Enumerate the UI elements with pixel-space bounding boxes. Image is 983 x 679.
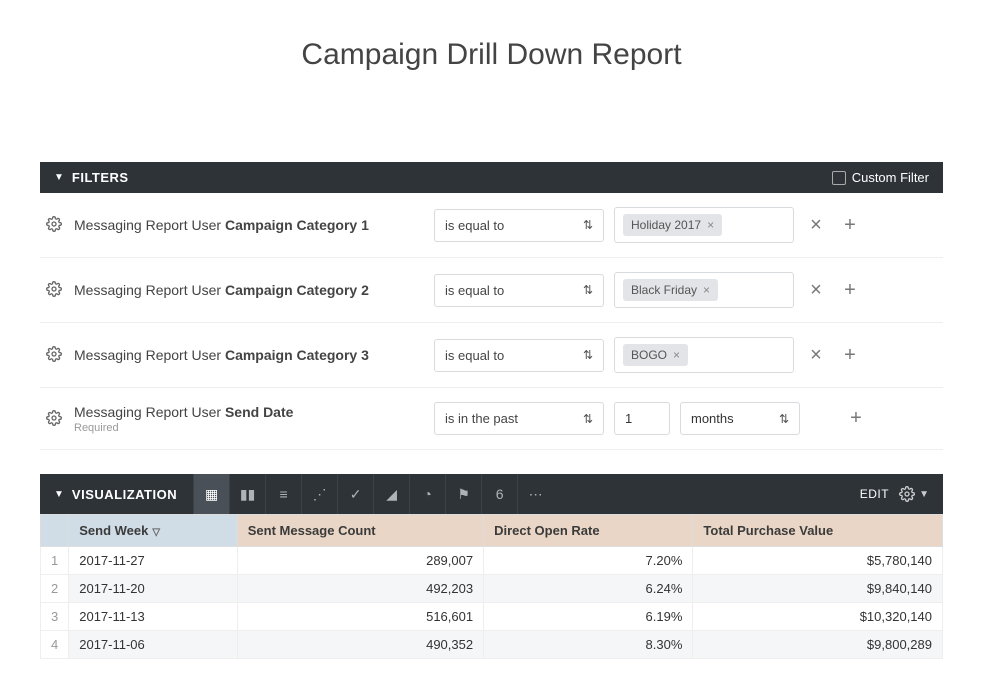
required-label: Required — [74, 422, 424, 434]
viz-settings-dropdown[interactable]: ▼ — [899, 486, 929, 502]
filter-row: Messaging Report User Campaign Category … — [40, 193, 943, 258]
add-filter-button[interactable]: + — [838, 214, 862, 237]
row-number: 2 — [41, 575, 69, 603]
gear-icon[interactable] — [46, 346, 64, 364]
sort-icon: ⇅ — [583, 218, 593, 232]
filter-operator-select[interactable]: is in the past⇅ — [434, 402, 604, 435]
filter-row: Messaging Report User Campaign Category … — [40, 258, 943, 323]
cell-week: 2017-11-06 — [69, 631, 238, 659]
cell-sent: 516,601 — [237, 603, 483, 631]
filter-label: Messaging Report User Campaign Category … — [74, 217, 424, 233]
viz-type-row-icon[interactable]: ≡ — [265, 474, 301, 514]
table-row: 1 2017-11-27 289,007 7.20% $5,780,140 — [41, 547, 943, 575]
filter-operator-select[interactable]: is equal to⇅ — [434, 209, 604, 242]
cell-total: $10,320,140 — [693, 603, 943, 631]
remove-tag-icon[interactable]: × — [673, 348, 680, 362]
edit-button[interactable]: EDIT — [860, 487, 889, 501]
remove-filter-button[interactable]: × — [804, 214, 828, 237]
table-row: 3 2017-11-13 516,601 6.19% $10,320,140 — [41, 603, 943, 631]
filter-tag-label: BOGO — [631, 348, 667, 362]
filter-tag[interactable]: Holiday 2017 × — [623, 214, 722, 236]
filter-unit-select[interactable]: months⇅ — [680, 402, 800, 435]
viz-type-table-icon[interactable]: ▦ — [193, 474, 229, 514]
filters-header-label: FILTERS — [72, 170, 129, 185]
gear-icon[interactable] — [46, 410, 64, 428]
visualization-header-label: VISUALIZATION — [72, 487, 177, 502]
cell-total: $5,780,140 — [693, 547, 943, 575]
viz-type-single-icon[interactable]: 6 — [481, 474, 517, 514]
viz-type-column-icon[interactable]: ▮▮ — [229, 474, 265, 514]
filter-label: Messaging Report User Campaign Category … — [74, 347, 424, 363]
cell-total: $9,840,140 — [693, 575, 943, 603]
row-number: 3 — [41, 603, 69, 631]
filter-operator-select[interactable]: is equal to⇅ — [434, 339, 604, 372]
sort-icon: ⇅ — [583, 283, 593, 297]
cell-open: 6.19% — [484, 603, 693, 631]
remove-filter-button[interactable]: × — [804, 344, 828, 367]
cell-sent: 490,352 — [237, 631, 483, 659]
filter-label: Messaging Report User Campaign Category … — [74, 282, 424, 298]
sort-desc-icon: ▽ — [152, 527, 160, 538]
viz-type-line-icon[interactable]: ✓ — [337, 474, 373, 514]
filter-tag[interactable]: BOGO × — [623, 344, 688, 366]
row-number: 4 — [41, 631, 69, 659]
filter-number-input[interactable]: 1 — [614, 402, 670, 435]
sort-icon: ⇅ — [779, 412, 789, 426]
cell-total: $9,800,289 — [693, 631, 943, 659]
cell-open: 6.24% — [484, 575, 693, 603]
filters-header-bar[interactable]: ▼ FILTERS Custom Filter — [40, 162, 943, 193]
remove-tag-icon[interactable]: × — [707, 218, 714, 232]
custom-filter-checkbox[interactable] — [832, 171, 846, 185]
viz-type-area-icon[interactable]: ◢ — [373, 474, 409, 514]
filter-value-box[interactable]: Black Friday × — [614, 272, 794, 308]
sort-icon: ⇅ — [583, 412, 593, 426]
cell-open: 7.20% — [484, 547, 693, 575]
column-header[interactable]: Sent Message Count — [237, 515, 483, 547]
results-table: Send Week▽Sent Message CountDirect Open … — [40, 514, 943, 659]
remove-tag-icon[interactable]: × — [703, 283, 710, 297]
gear-icon[interactable] — [46, 281, 64, 299]
cell-week: 2017-11-27 — [69, 547, 238, 575]
filter-label: Messaging Report User Send Date Required — [74, 404, 424, 434]
add-filter-button[interactable]: + — [838, 279, 862, 302]
column-header[interactable]: Send Week▽ — [69, 515, 238, 547]
filter-row: Messaging Report User Send Date Required… — [40, 388, 943, 450]
page-title: Campaign Drill Down Report — [40, 38, 943, 72]
filter-tag-label: Black Friday — [631, 283, 697, 297]
viz-type-scatter-icon[interactable]: ⋰ — [301, 474, 337, 514]
cell-sent: 289,007 — [237, 547, 483, 575]
viz-type-pie-icon[interactable]: ◔ — [409, 474, 445, 514]
filter-tag-label: Holiday 2017 — [631, 218, 701, 232]
table-row: 4 2017-11-06 490,352 8.30% $9,800,289 — [41, 631, 943, 659]
add-filter-button[interactable]: + — [844, 407, 868, 430]
sort-icon: ⇅ — [583, 348, 593, 362]
table-row: 2 2017-11-20 492,203 6.24% $9,840,140 — [41, 575, 943, 603]
caret-down-icon: ▼ — [54, 489, 64, 500]
custom-filter-label: Custom Filter — [852, 170, 929, 185]
cell-week: 2017-11-13 — [69, 603, 238, 631]
viz-type-more-icon[interactable]: ⋯ — [517, 474, 553, 514]
viz-type-map-icon[interactable]: ⚑ — [445, 474, 481, 514]
cell-open: 8.30% — [484, 631, 693, 659]
visualization-header-bar[interactable]: ▼ VISUALIZATION ▦▮▮≡⋰✓◢◔⚑6⋯ EDIT ▼ — [40, 474, 943, 514]
row-number: 1 — [41, 547, 69, 575]
add-filter-button[interactable]: + — [838, 344, 862, 367]
remove-filter-button[interactable]: × — [804, 279, 828, 302]
filter-row: Messaging Report User Campaign Category … — [40, 323, 943, 388]
column-header[interactable]: Total Purchase Value — [693, 515, 943, 547]
filter-operator-select[interactable]: is equal to⇅ — [434, 274, 604, 307]
filter-value-box[interactable]: Holiday 2017 × — [614, 207, 794, 243]
caret-down-icon: ▼ — [54, 172, 64, 183]
column-header[interactable]: Direct Open Rate — [484, 515, 693, 547]
filter-value-box[interactable]: BOGO × — [614, 337, 794, 373]
filter-tag[interactable]: Black Friday × — [623, 279, 718, 301]
cell-week: 2017-11-20 — [69, 575, 238, 603]
cell-sent: 492,203 — [237, 575, 483, 603]
chevron-down-icon: ▼ — [919, 489, 929, 500]
gear-icon[interactable] — [46, 216, 64, 234]
